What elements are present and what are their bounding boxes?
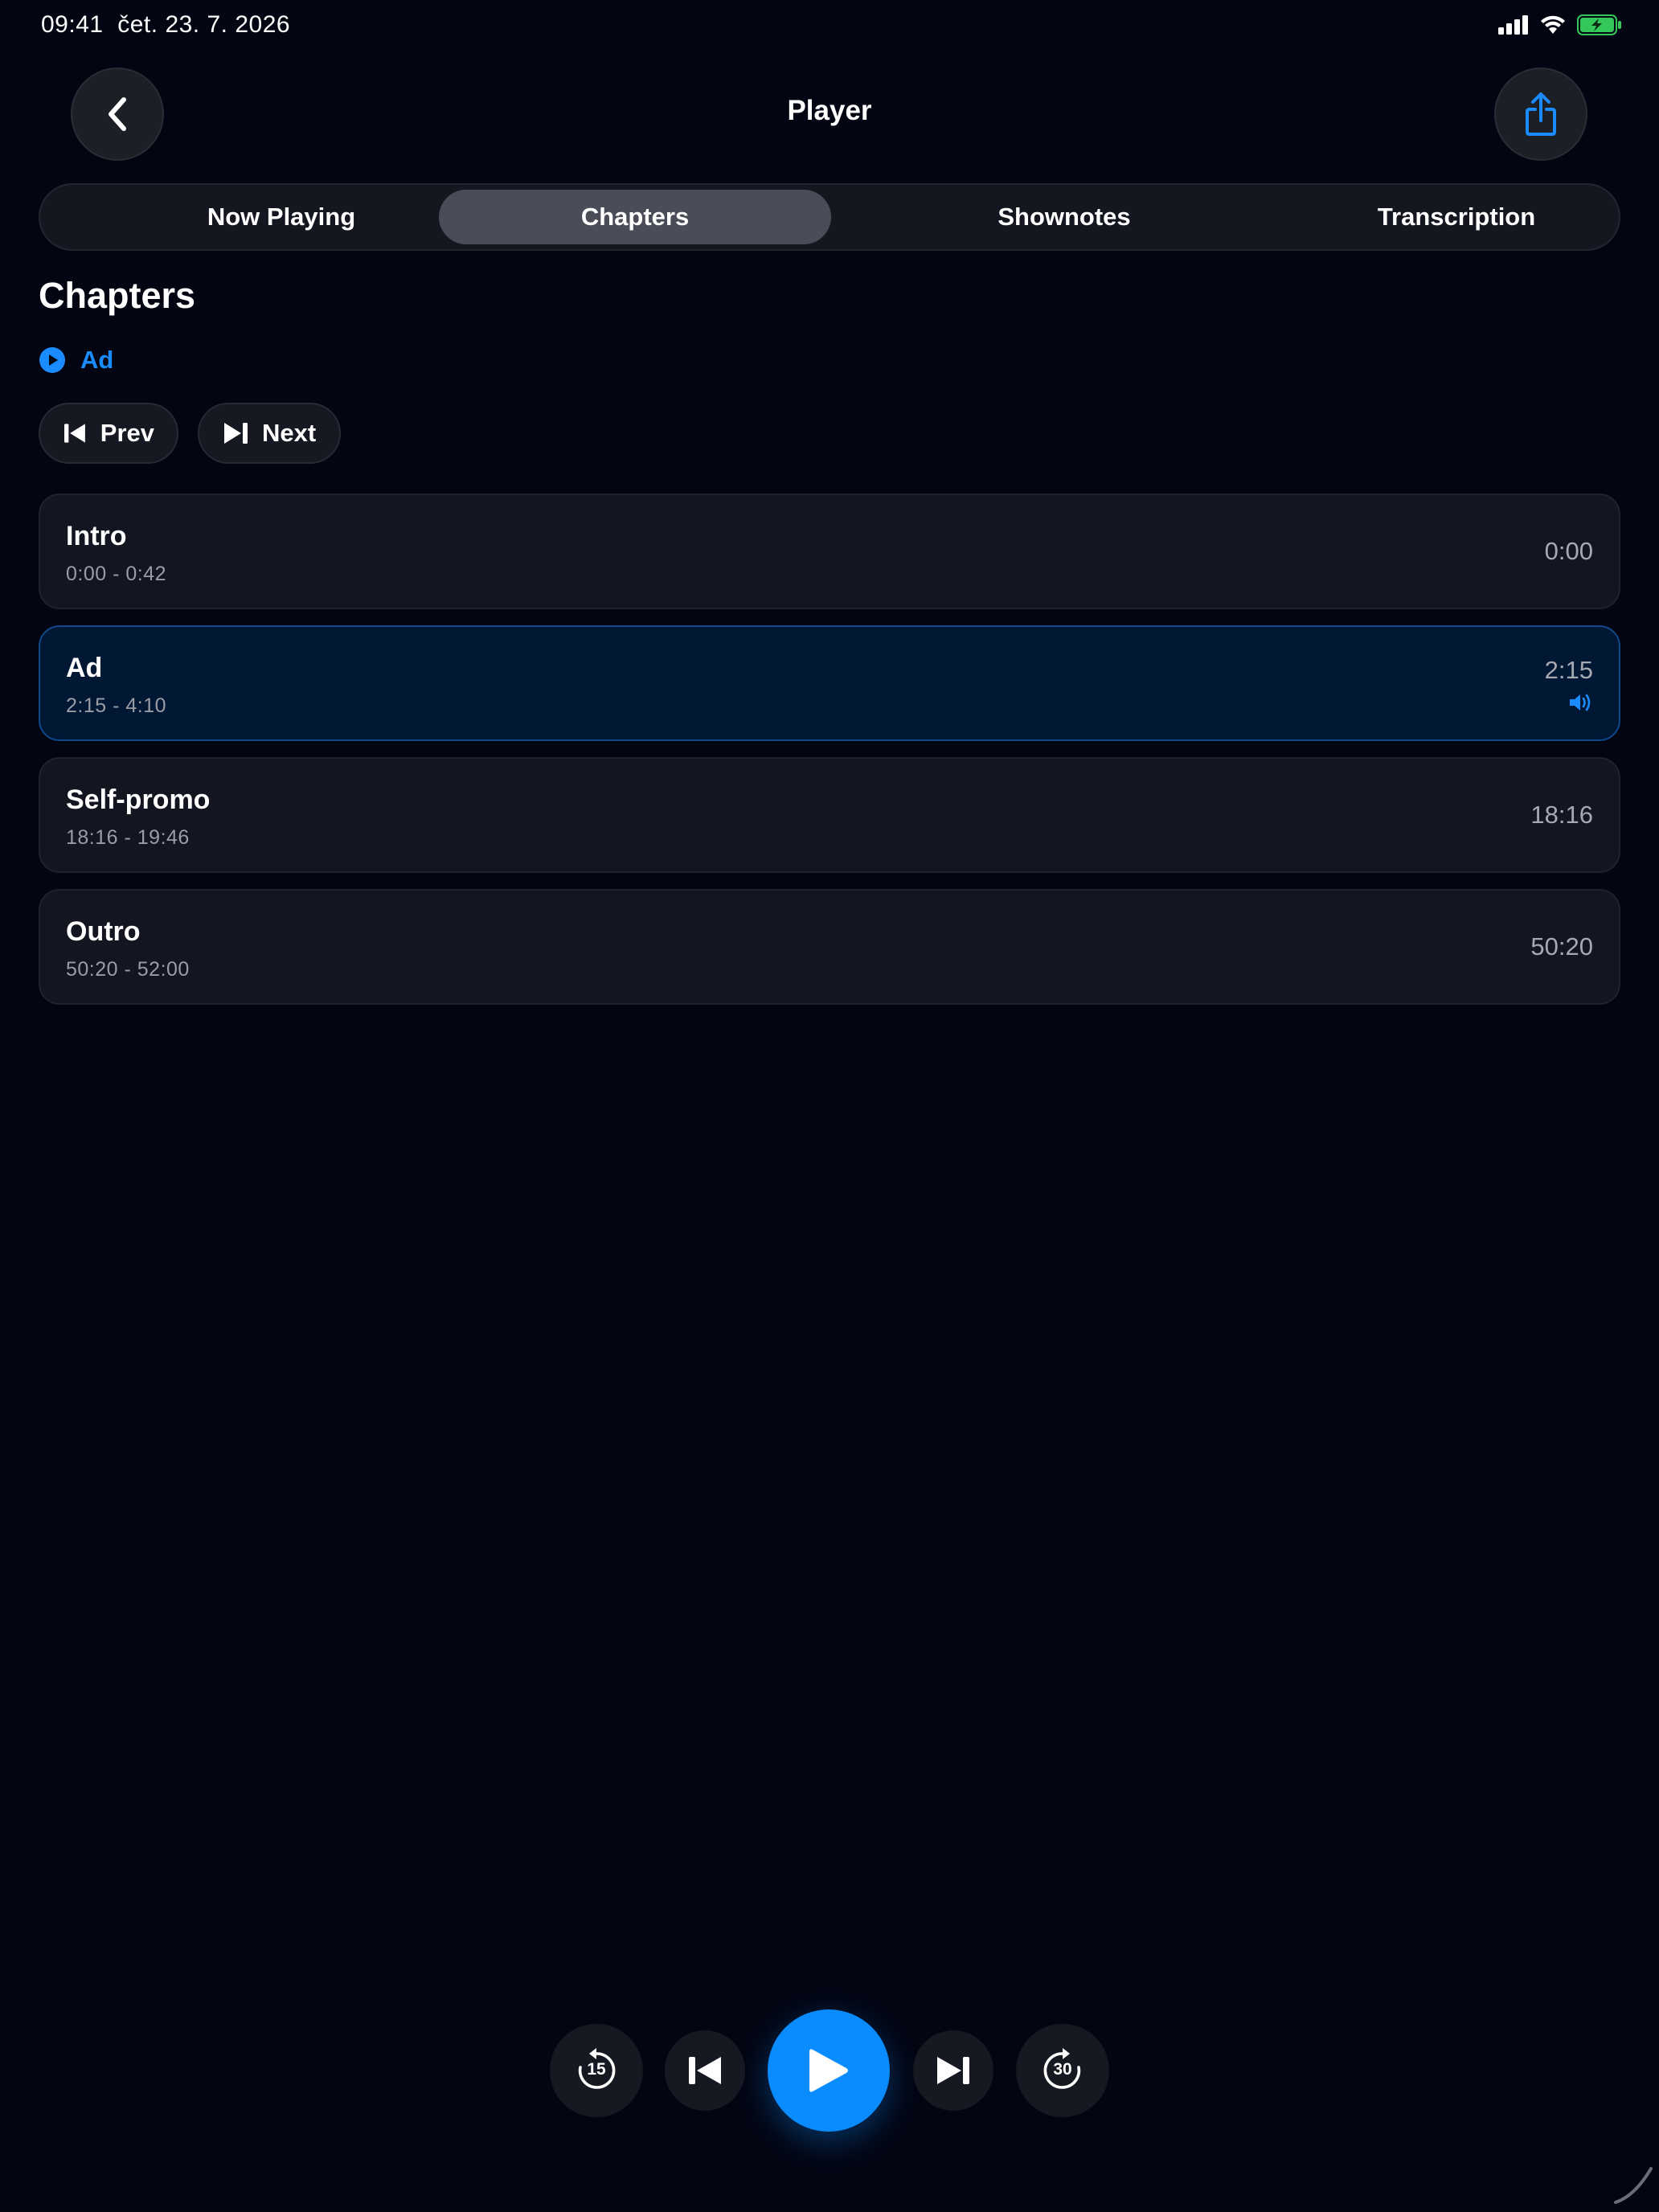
tab-shownotes[interactable]: Shownotes	[868, 190, 1260, 244]
status-time: 09:41 čet. 23. 7. 2026	[41, 11, 290, 39]
tab-now-playing[interactable]: Now Playing	[85, 190, 477, 244]
chapter-start-time: 2:15	[1544, 656, 1593, 684]
prev-chapter-button[interactable]: Prev	[39, 403, 178, 464]
chapter-title: Self-promo	[66, 784, 211, 815]
skip-previous-icon	[64, 424, 85, 443]
chapter-row-ad[interactable]: Ad 2:15 - 4:10 2:15	[39, 625, 1620, 741]
tab-chapters[interactable]: Chapters	[439, 190, 831, 244]
chapter-start-time: 50:20	[1530, 932, 1593, 961]
share-icon	[1526, 92, 1556, 136]
skip-forward-button[interactable]: 30	[1016, 2024, 1109, 2117]
cellular-signal-icon	[1498, 15, 1528, 35]
play-button[interactable]	[768, 2009, 890, 2132]
chapter-range: 18:16 - 19:46	[66, 826, 190, 849]
skip-next-icon	[937, 2057, 969, 2084]
status-date: čet. 23. 7. 2026	[117, 11, 291, 38]
previous-chapter-control[interactable]	[665, 2030, 745, 2111]
status-icons	[1498, 14, 1622, 35]
status-bar: 09:41 čet. 23. 7. 2026	[0, 0, 1659, 51]
chapter-row-intro[interactable]: Intro 0:00 - 0:42 0:00	[39, 494, 1620, 609]
resize-grip-icon	[1614, 2167, 1653, 2204]
next-chapter-label: Next	[262, 419, 317, 447]
section-heading: Chapters	[39, 275, 196, 316]
next-chapter-control[interactable]	[913, 2030, 993, 2111]
skip-next-icon	[224, 423, 248, 444]
play-circle-icon	[39, 347, 65, 373]
chapter-row-self-promo[interactable]: Self-promo 18:16 - 19:46 18:16	[39, 757, 1620, 873]
chapter-range: 50:20 - 52:00	[66, 958, 190, 981]
battery-charging-icon	[1577, 14, 1621, 35]
speaker-wave-icon	[1570, 694, 1591, 711]
prev-chapter-label: Prev	[100, 419, 154, 447]
chapter-range: 2:15 - 4:10	[66, 694, 167, 717]
chapter-start-time: 18:16	[1530, 801, 1593, 829]
current-chapter-label: Ad	[80, 346, 114, 374]
player-screen: 09:41 čet. 23. 7. 2026 Player Now Playin…	[0, 0, 1659, 2212]
skip-previous-icon	[689, 2057, 721, 2084]
chapter-title: Intro	[66, 521, 127, 551]
play-icon	[809, 2049, 848, 2092]
tab-bar: Now Playing Chapters Shownotes Transcrip…	[39, 183, 1620, 251]
next-chapter-button[interactable]: Next	[198, 403, 341, 464]
current-chapter-indicator[interactable]: Ad	[39, 346, 113, 375]
tab-transcription[interactable]: Transcription	[1260, 190, 1653, 244]
page-title: Player	[787, 95, 872, 126]
wifi-icon	[1541, 15, 1565, 34]
skip-back-seconds: 15	[587, 2060, 606, 2079]
chapter-row-outro[interactable]: Outro 50:20 - 52:00 50:20	[39, 889, 1620, 1005]
chapter-title: Outro	[66, 916, 141, 947]
chapter-range: 0:00 - 0:42	[66, 563, 167, 585]
status-clock: 09:41	[41, 11, 104, 38]
share-button[interactable]	[1494, 68, 1587, 161]
chapter-title: Ad	[66, 653, 103, 683]
chapter-start-time: 0:00	[1544, 537, 1593, 565]
skip-back-button[interactable]: 15	[550, 2024, 643, 2117]
skip-forward-seconds: 30	[1053, 2060, 1072, 2079]
